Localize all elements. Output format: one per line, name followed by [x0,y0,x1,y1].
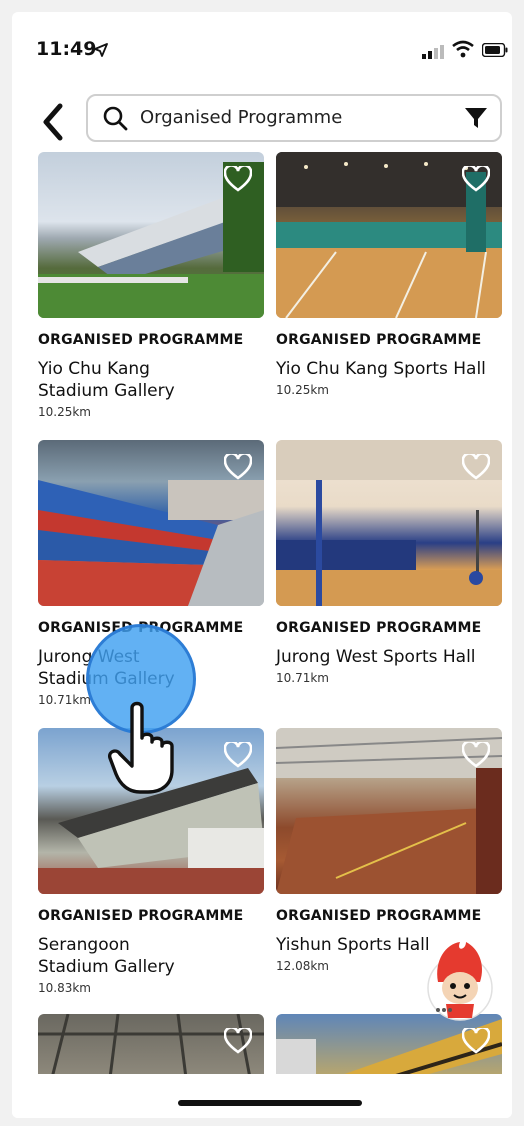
facility-image [38,152,264,318]
facility-category: ORGANISED PROGRAMME [276,908,482,924]
facility-distance: 10.71km [276,671,329,685]
heart-icon[interactable] [461,164,491,196]
facility-image [276,728,502,894]
tap-hand-icon [108,700,178,800]
facility-image [38,440,264,606]
facility-image [276,152,502,318]
facility-grid: ORGANISED PROGRAMME Yio Chu Kang Stadium … [12,12,512,1088]
facility-distance: 10.25km [38,405,91,419]
facility-card[interactable]: ORGANISED PROGRAMME Jurong West Sports H… [276,440,502,685]
facility-category: ORGANISED PROGRAMME [38,908,244,924]
heart-icon[interactable] [223,164,253,196]
heart-icon[interactable] [223,740,253,772]
heart-icon[interactable] [461,740,491,772]
facility-name: Yio Chu Kang Stadium Gallery [38,359,175,401]
bottom-bar [12,1074,512,1118]
home-indicator[interactable] [178,1100,362,1106]
heart-icon[interactable] [461,1026,491,1058]
facility-card[interactable]: ORGANISED PROGRAMME Yio Chu Kang Sports … [276,152,502,397]
facility-category: ORGANISED PROGRAMME [38,332,244,348]
facility-card[interactable]: ORGANISED PROGRAMME Yio Chu Kang Stadium … [38,152,264,419]
facility-distance: 10.83km [38,981,91,995]
facility-name: Yio Chu Kang Sports Hall [276,359,486,379]
facility-distance: 10.25km [276,383,329,397]
facility-name: Serangoon Stadium Gallery [38,935,175,977]
facility-card[interactable]: ORGANISED PROGRAMME Yishun Sports Hall 1… [276,728,502,973]
mascot-chat-icon[interactable] [420,938,498,1028]
heart-icon[interactable] [461,452,491,484]
facility-image [276,440,502,606]
facility-name: Jurong West Sports Hall [276,647,476,667]
facility-category: ORGANISED PROGRAMME [276,332,482,348]
heart-icon[interactable] [223,452,253,484]
heart-icon[interactable] [223,1026,253,1058]
facility-category: ORGANISED PROGRAMME [276,620,482,636]
app-screen: 11:49 Organised Programme ORGANISED PROG… [12,12,512,1118]
